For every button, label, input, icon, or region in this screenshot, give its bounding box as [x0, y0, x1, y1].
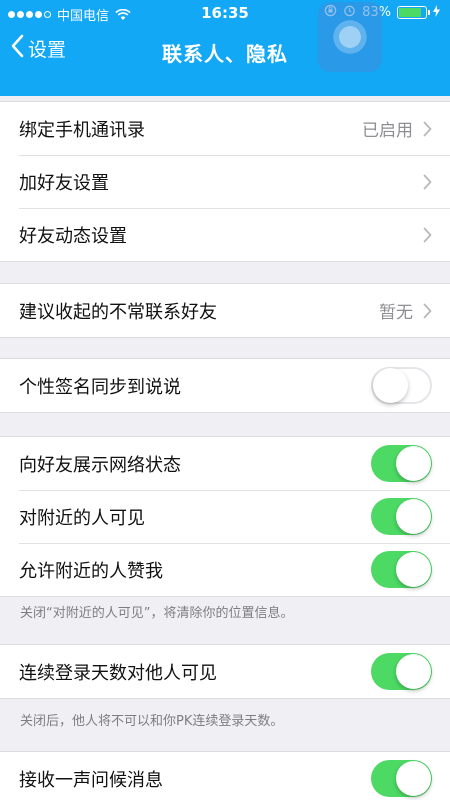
assistive-touch-button[interactable]	[318, 2, 382, 72]
greeting-toggle[interactable]	[371, 760, 432, 797]
battery-icon	[397, 6, 430, 19]
charging-icon	[433, 4, 440, 21]
row-label: 好友动态设置	[19, 225, 127, 247]
row-network-status: 向好友展示网络状态	[0, 437, 450, 490]
nav-bar: 设置 联系人、隐私	[0, 26, 450, 78]
nearby-visible-toggle[interactable]	[371, 498, 432, 535]
toggle-knob	[373, 368, 408, 403]
nearby-like-toggle[interactable]	[371, 551, 432, 588]
toggle-knob	[396, 761, 431, 796]
group-greeting: 接收一声问候消息	[0, 751, 450, 800]
row-label: 绑定手机通讯录	[19, 119, 145, 141]
row-login-days-visible: 连续登录天数对他人可见	[0, 645, 450, 698]
chevron-right-icon	[423, 121, 432, 137]
chevron-right-icon	[423, 227, 432, 243]
row-nearby-like: 允许附近的人赞我	[0, 543, 450, 596]
row-suggest-hide-friends[interactable]: 建议收起的不常联系好友 暂无	[0, 284, 450, 337]
presence-note: 关闭“对附近的人可见”，将清除你的位置信息。	[20, 606, 294, 621]
login-days-note: 关闭后，他人将不可以和你PK连续登录天数。	[20, 714, 284, 729]
row-label: 对附近的人可见	[19, 507, 145, 529]
row-label: 连续登录天数对他人可见	[19, 662, 217, 684]
group-contacts: 绑定手机通讯录 已启用 加好友设置 好友动态设置	[0, 101, 450, 262]
chevron-right-icon	[423, 303, 432, 319]
row-label: 加好友设置	[19, 172, 109, 194]
row-nearby-visible: 对附近的人可见	[0, 490, 450, 543]
group-signature: 个性签名同步到说说	[0, 358, 450, 413]
status-bar: 中国电信 16:35 83%	[0, 0, 450, 26]
row-receive-greeting: 接收一声问候消息	[0, 752, 450, 800]
signature-sync-toggle[interactable]	[371, 367, 432, 404]
battery-fill	[399, 8, 421, 17]
chevron-right-icon	[423, 174, 432, 190]
assistive-touch-icon	[330, 17, 370, 57]
row-label: 个性签名同步到说说	[19, 376, 181, 398]
toggle-knob	[396, 446, 431, 481]
login-days-toggle[interactable]	[371, 653, 432, 690]
row-add-friend-settings[interactable]: 加好友设置	[0, 155, 450, 208]
row-value: 已启用	[362, 121, 413, 141]
row-friend-feed-settings[interactable]: 好友动态设置	[0, 208, 450, 261]
row-value: 暂无	[379, 303, 413, 323]
group-login-days: 连续登录天数对他人可见	[0, 644, 450, 699]
row-signature-sync: 个性签名同步到说说	[0, 359, 450, 412]
page-title: 联系人、隐私	[162, 42, 288, 66]
toggle-knob	[396, 654, 431, 689]
group-presence: 向好友展示网络状态 对附近的人可见 允许附近的人赞我	[0, 436, 450, 597]
row-label: 建议收起的不常联系好友	[19, 301, 217, 323]
header: 中国电信 16:35 83%	[0, 0, 450, 96]
row-label: 接收一声问候消息	[19, 769, 163, 791]
toggle-knob	[396, 552, 431, 587]
row-label: 向好友展示网络状态	[19, 454, 181, 476]
group-suggest: 建议收起的不常联系好友 暂无	[0, 283, 450, 338]
row-label: 允许附近的人赞我	[19, 560, 163, 582]
network-status-toggle[interactable]	[371, 445, 432, 482]
row-bind-contacts[interactable]: 绑定手机通讯录 已启用	[0, 102, 450, 155]
toggle-knob	[396, 499, 431, 534]
